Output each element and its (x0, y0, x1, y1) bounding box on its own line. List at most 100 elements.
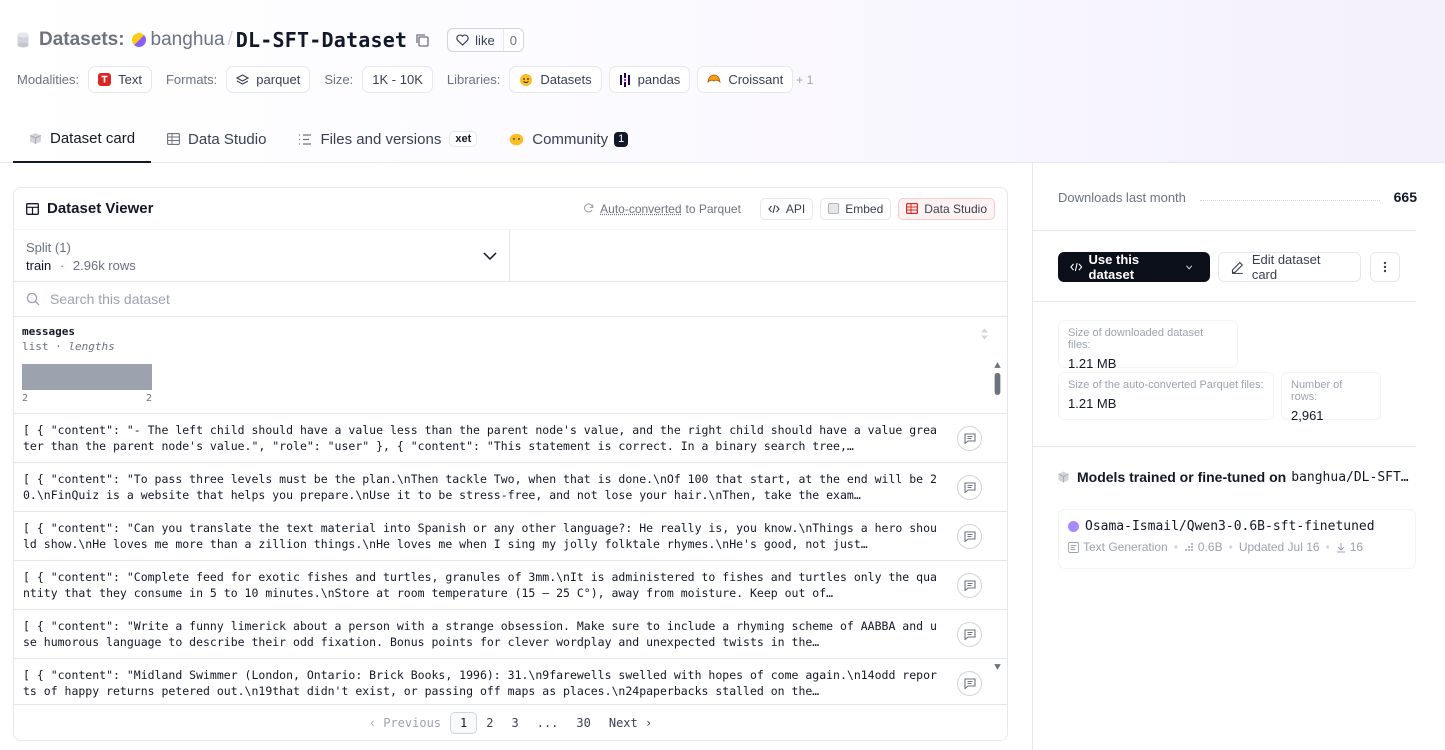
auto-converted-link[interactable]: Auto-converted to Parquet (583, 202, 741, 216)
table-row[interactable]: [ { "content": "Can you translate the te… (14, 512, 1007, 561)
split-selector[interactable]: Split (1) train · 2.96k rows (14, 230, 510, 281)
previous-page-button[interactable]: ‹ Previous (360, 712, 450, 734)
grid-icon (26, 202, 39, 215)
sidebar: Downloads last month 665 Use this datase… (1032, 163, 1445, 750)
page-button[interactable]: 2 (477, 712, 502, 734)
model-card[interactable]: Osama-Ismail/Qwen3-0.6B-sft-finetuned Te… (1058, 509, 1416, 569)
repo-tabs: Dataset card Data Studio Files and versi… (13, 116, 644, 163)
divider (1033, 230, 1416, 231)
tab-dataset-card[interactable]: Dataset card (13, 116, 152, 163)
page-button[interactable]: 3 (502, 712, 527, 734)
model-name: Osama-Ismail/Qwen3-0.6B-sft-finetuned (1068, 519, 1406, 534)
next-label: Next (608, 715, 638, 730)
pandas-icon (619, 72, 631, 87)
chat-view-button[interactable] (957, 573, 982, 598)
api-button[interactable]: API (759, 197, 814, 220)
model-avatar (1068, 521, 1079, 532)
split-rows: 2.96k rows (72, 258, 136, 273)
stat-label: Size of downloaded dataset files: (1068, 327, 1204, 351)
model-task: Text Generation (1083, 540, 1168, 554)
chat-view-button[interactable] (957, 426, 982, 451)
table-row[interactable]: [ { "content": "To pass three levels mus… (14, 463, 1007, 512)
copy-icon[interactable] (415, 33, 429, 47)
owner-link[interactable]: banghua (151, 29, 225, 51)
tab-label: Community (532, 130, 609, 148)
like-button[interactable]: like 0 (447, 28, 524, 52)
table-scrollbar[interactable] (993, 326, 1002, 706)
embed-button[interactable]: Embed (820, 197, 892, 220)
more-options-button[interactable] (1370, 252, 1400, 282)
dataset-name[interactable]: DL-SFT-Dataset (236, 28, 407, 52)
chat-view-button[interactable] (957, 671, 982, 696)
tab-label: Data Studio (188, 130, 267, 148)
sort-icon[interactable] (980, 327, 989, 341)
chat-view-button[interactable] (957, 524, 982, 549)
viewer-header: Dataset Viewer Auto-converted to Parquet… (14, 188, 1007, 230)
viewer-title-text: Dataset Viewer (47, 200, 154, 217)
pencil-icon (1231, 261, 1244, 274)
library-chip-datasets[interactable]: Datasets (509, 66, 602, 93)
row-cell-text: [ { "content": "Midland Swimmer (London,… (23, 668, 937, 698)
use-dataset-label: Use this dataset (1088, 252, 1140, 282)
stat-value: 1.21 MB (1068, 356, 1117, 371)
huggingface-icon (519, 73, 533, 87)
xet-badge: xet (449, 131, 478, 147)
viewer-actions: Auto-converted to Parquet API Embed Data… (583, 197, 995, 220)
tab-data-studio[interactable]: Data Studio (151, 116, 282, 162)
page-button[interactable]: 1 (450, 711, 478, 734)
data-studio-button[interactable]: Data Studio (898, 197, 995, 220)
community-count-badge: 1 (614, 131, 629, 147)
modality-label: Text (118, 72, 142, 87)
message-icon (963, 433, 976, 444)
library-chip-croissant[interactable]: Croissant (697, 66, 794, 93)
chat-view-button[interactable] (957, 622, 982, 647)
column-header-messages: messages list · lengths 2 2 (14, 317, 1007, 414)
table-icon (167, 133, 180, 145)
column-name: messages (22, 325, 75, 338)
modalities-label: Modalities: (17, 72, 80, 87)
length-histogram[interactable] (22, 364, 152, 390)
search-bar[interactable]: Search this dataset (14, 282, 1007, 317)
column-type-detail: lengths (68, 340, 115, 353)
table-row[interactable]: [ { "content": "- The left child should … (14, 414, 1007, 463)
format-chip[interactable]: parquet (226, 66, 311, 93)
next-page-button[interactable]: Next › (600, 712, 661, 734)
page-button[interactable]: 30 (567, 712, 599, 734)
table-row[interactable]: [ { "content": "Complete feed for exotic… (14, 561, 1007, 610)
embed-label: Embed (845, 201, 884, 216)
table-row[interactable]: [ { "content": "Write a funny limerick a… (14, 610, 1007, 659)
rows-count-stat: Number of rows: 2,961 (1281, 372, 1381, 423)
row-cell-text: [ { "content": "Can you translate the te… (23, 521, 937, 551)
text-generation-icon (1068, 541, 1079, 553)
auto-converted-text: Auto-converted (600, 201, 682, 216)
tab-files-and-versions[interactable]: Files and versions xet (282, 116, 493, 162)
more-libraries[interactable]: + 1 (796, 73, 813, 87)
model-updated: Updated Jul 16 (1238, 540, 1320, 554)
section-label[interactable]: Datasets: (39, 29, 125, 51)
message-icon (963, 678, 976, 689)
table-row[interactable]: [ { "content": "Midland Swimmer (London,… (14, 659, 1007, 708)
previous-label: Previous (383, 715, 442, 730)
edit-dataset-card-button[interactable]: Edit dataset card (1218, 252, 1361, 282)
text-modality-icon (98, 73, 112, 86)
tab-community[interactable]: Community 1 (493, 116, 644, 162)
table-body: [ { "content": "- The left child should … (14, 414, 1007, 708)
histogram-labels: 2 2 (22, 393, 152, 404)
cube-icon (1058, 471, 1069, 483)
size-value: 1K - 10K (372, 72, 423, 87)
repo-header: Datasets: banghua / DL-SFT-Dataset like … (0, 0, 1445, 163)
tab-label: Files and versions (320, 130, 442, 148)
row-cell-text: [ { "content": "Write a funny limerick a… (23, 619, 937, 649)
downloaded-size-stat: Size of downloaded dataset files: 1.21 M… (1058, 320, 1238, 371)
search-input[interactable]: Search this dataset (50, 291, 170, 307)
dotted-leader (1199, 193, 1380, 201)
edit-card-label: Edit dataset card (1251, 252, 1321, 282)
use-this-dataset-button[interactable]: Use this dataset (1058, 252, 1210, 282)
chat-view-button[interactable] (957, 475, 982, 500)
library-chip-pandas[interactable]: pandas (608, 66, 691, 93)
size-chip[interactable]: 1K - 10K (362, 66, 433, 93)
column-type-separator: · (55, 340, 62, 353)
split-value: train · 2.96k rows (26, 258, 497, 273)
modality-chip[interactable]: Text (88, 66, 152, 93)
downloads-label: Downloads last month (1058, 189, 1186, 205)
